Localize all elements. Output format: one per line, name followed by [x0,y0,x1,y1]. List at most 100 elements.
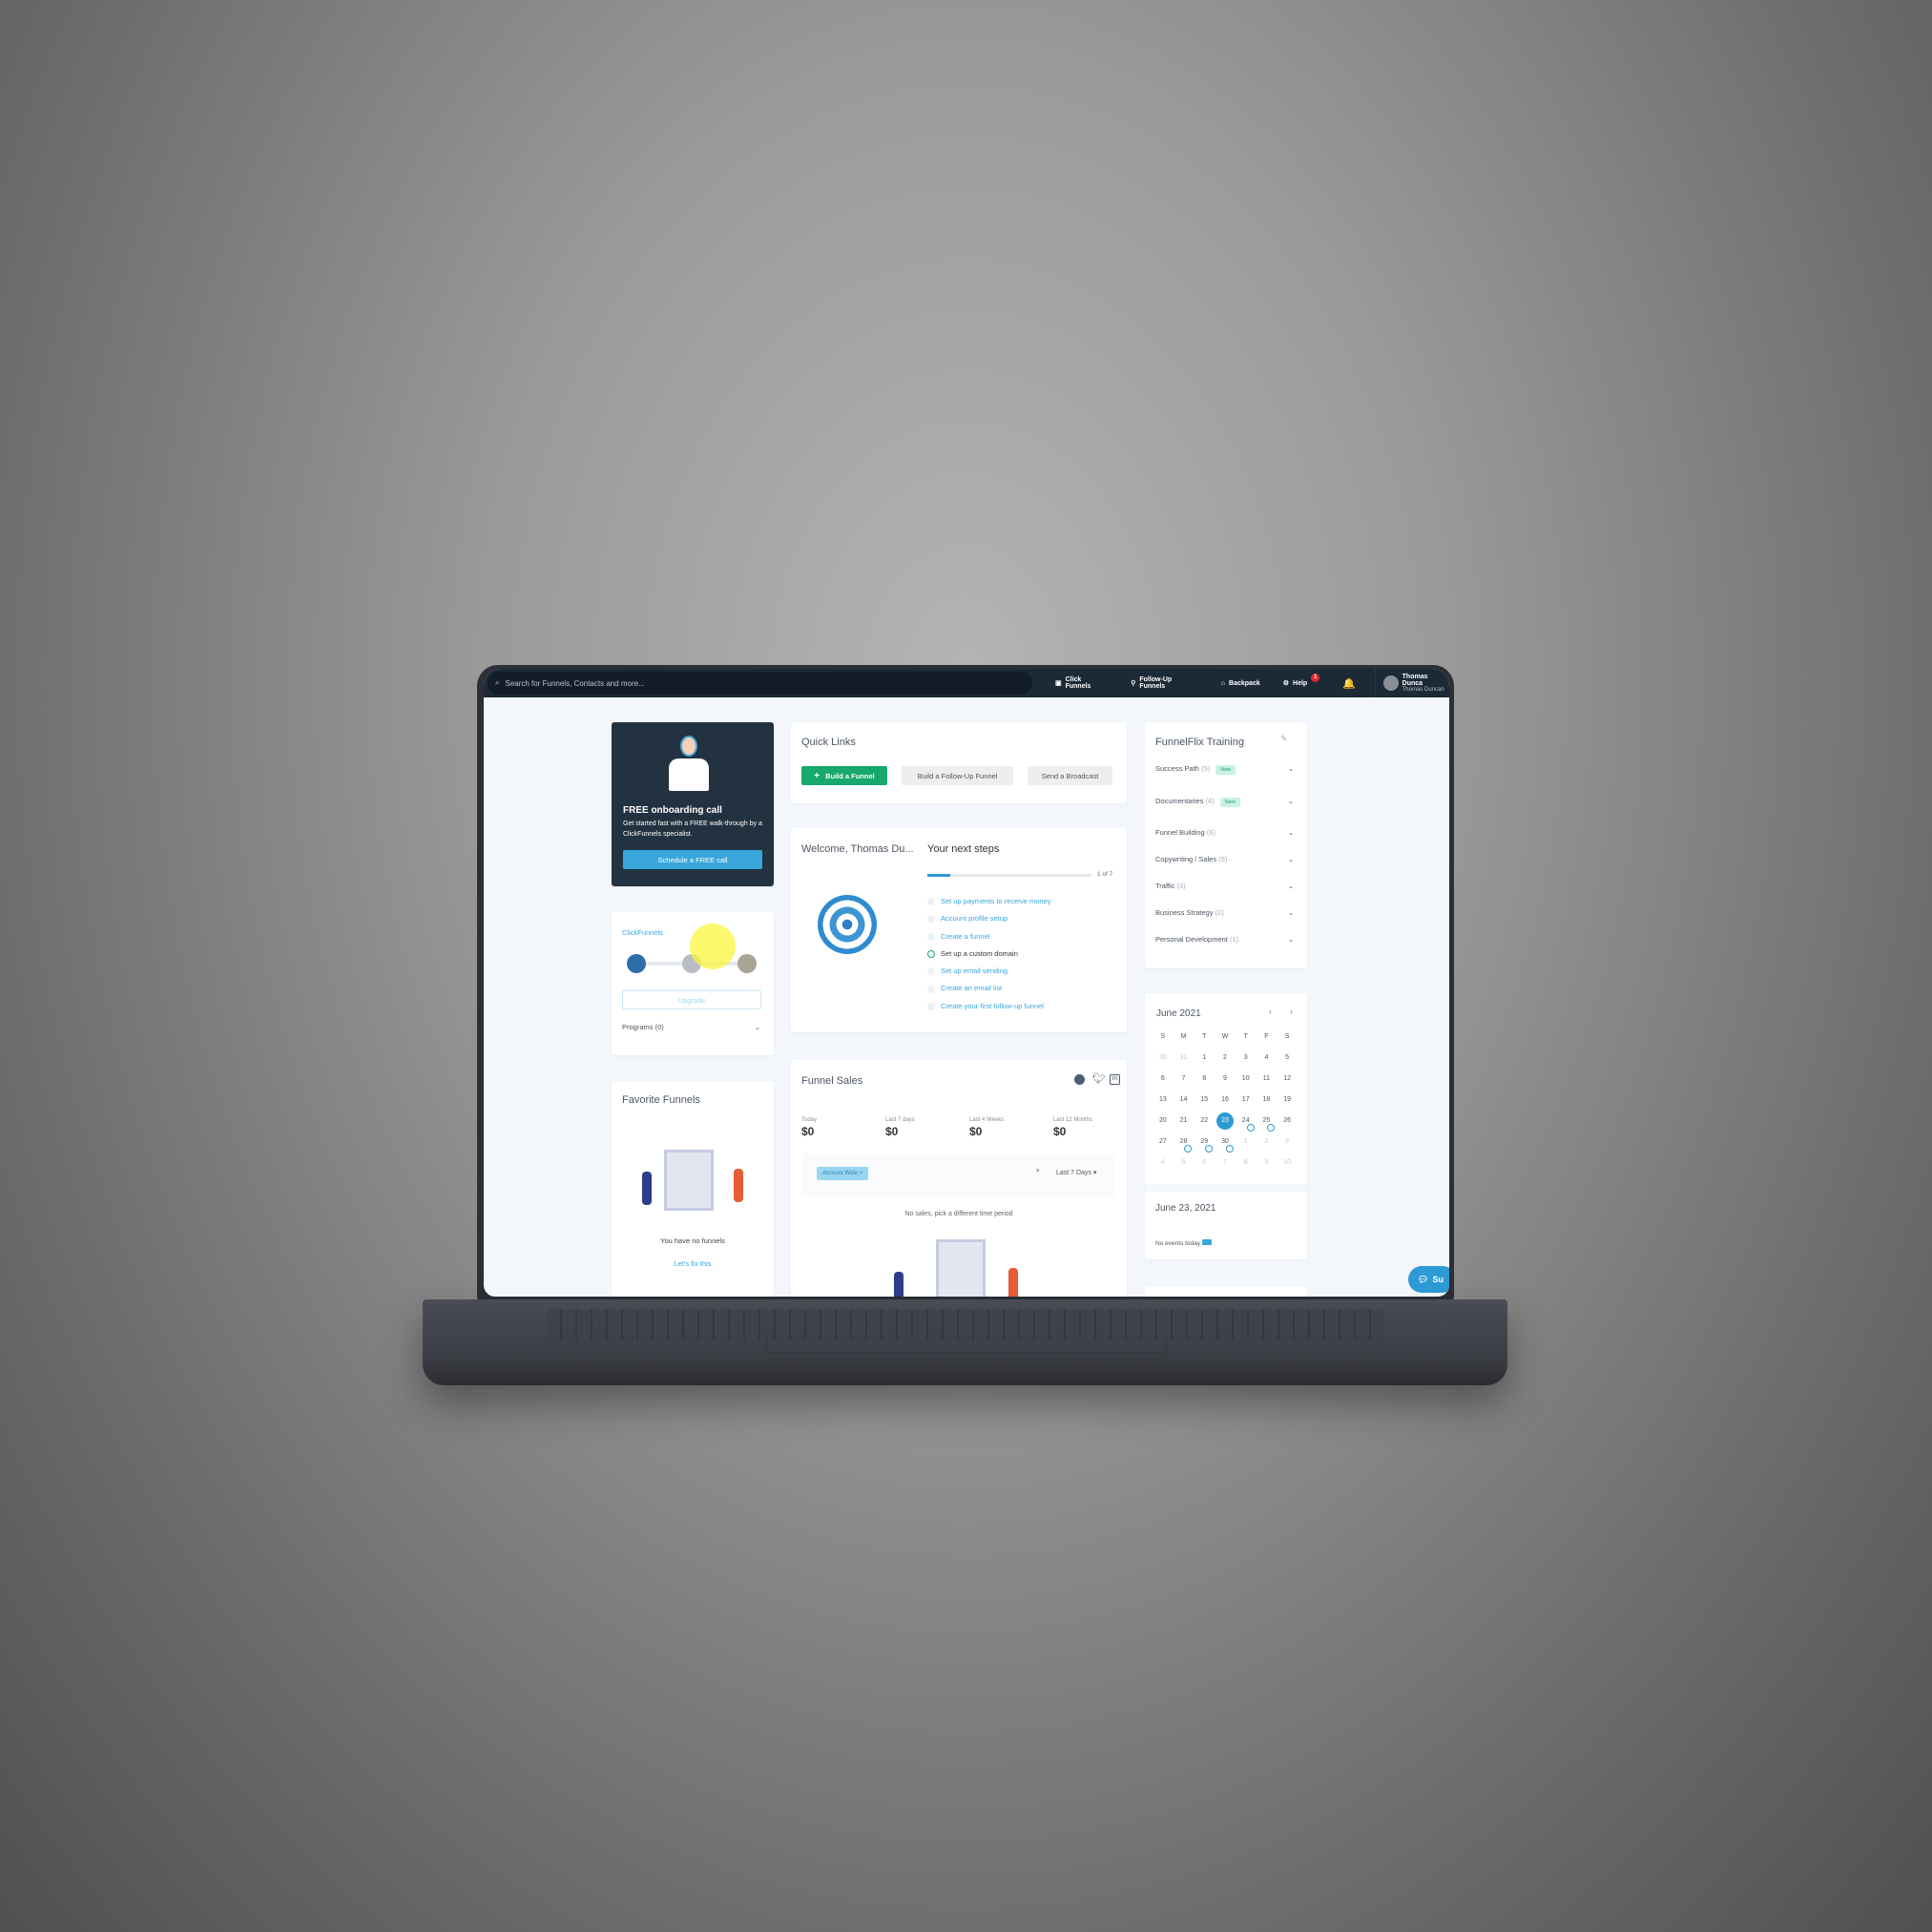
calendar-day[interactable]: 21 [1174,1113,1195,1134]
calendar-day[interactable]: 3 [1277,1134,1298,1155]
calendar-day[interactable]: 17 [1236,1092,1257,1113]
plan-step-1-icon [627,954,646,973]
stat-last-7-days: Last 7 days $0 [885,1117,915,1138]
training-category[interactable]: Documentaries (4) New ⌄ [1155,797,1294,807]
calendar-day[interactable]: 10 [1277,1155,1298,1176]
calendar-day[interactable]: 5 [1277,1050,1298,1071]
programs-dropdown[interactable]: Programs (0) ⌄ [622,1023,760,1031]
upgrade-button[interactable]: Upgrade [622,990,761,1009]
calendar-day[interactable]: 4 [1257,1050,1278,1071]
calendar-day[interactable]: 7 [1174,1071,1195,1092]
remove-tag-icon[interactable]: × [860,1171,863,1176]
next-step-item[interactable]: Set up email sending [927,966,1050,984]
next-step-item[interactable]: Set up a custom domain [927,949,1050,966]
calendar-day[interactable]: 8 [1236,1155,1257,1176]
training-category[interactable]: Business Strategy (2) ⌄ [1155,908,1294,917]
calendar-day[interactable]: 15 [1194,1092,1215,1113]
training-category[interactable]: Copywriting / Sales (9) ⌄ [1155,855,1294,863]
nav-help[interactable]: ⚙ Help 1 [1282,673,1320,688]
calendar-day[interactable]: 24 [1236,1113,1257,1134]
build-funnel-button[interactable]: + Build a Funnel [801,766,887,785]
user-menu[interactable]: Thomas Dunca Thomas Duncan [1374,669,1449,697]
prev-month-button[interactable]: ‹ [1269,1007,1272,1016]
stat-today: Today $0 [801,1117,818,1138]
next-step-item[interactable]: Create a funnel [927,932,1050,949]
twitter-icon[interactable]: 🐦︎ [1092,1072,1106,1085]
calendar-day[interactable]: 3 [1236,1050,1257,1071]
edit-icon[interactable]: ✎ [1280,734,1288,744]
calendar-day[interactable]: 6 [1194,1155,1215,1176]
chevron-down-icon: ⌄ [1287,797,1294,805]
calendar-day[interactable]: 2 [1257,1134,1278,1155]
nav-backpack[interactable]: ⌂ Backpack [1221,680,1260,687]
calendar-day[interactable]: 30 [1153,1050,1174,1071]
next-month-button[interactable]: › [1290,1007,1293,1016]
calendar-day[interactable]: 2 [1215,1050,1236,1071]
weekday-label: S [1160,1033,1166,1040]
calendar-day[interactable]: 11 [1257,1071,1278,1092]
training-category[interactable]: Success Path (5) New ⌄ [1155,764,1294,775]
quick-links-title: Quick Links [801,737,856,748]
next-card [1145,1286,1307,1297]
account-wide-tag[interactable]: Account Wide × [817,1167,869,1180]
calendar-card: June 2021 ‹ › SMTWTFS 30 31 1 2 3 4 5 6 7 8 9 10 11 1… [1145,993,1307,1259]
nav-clickfunnels[interactable]: ▣ Click Funnels [1055,676,1108,690]
schedule-call-button[interactable]: Schedule a FREE call [623,850,762,869]
next-step-item[interactable]: Set up payments to receive money [927,897,1050,914]
calendar-day[interactable]: 10 [1236,1071,1257,1092]
calendar-day[interactable]: 1 [1236,1134,1257,1155]
favorites-title: Favorite Funnels [622,1094,700,1106]
calendar-day[interactable]: 13 [1153,1092,1174,1113]
next-step-item[interactable]: Create your first follow-up funnel [927,1002,1050,1019]
training-category[interactable]: Funnel Building (6) ⌄ [1155,828,1294,837]
calendar-day[interactable]: 5 [1174,1155,1195,1176]
calendar-day[interactable]: 27 [1153,1134,1174,1155]
calendar-day[interactable]: 16 [1215,1092,1236,1113]
calendar-day[interactable]: 20 [1153,1113,1174,1134]
calendar-day[interactable]: 31 [1174,1050,1195,1071]
calendar-day[interactable]: 1 [1194,1050,1215,1071]
calendar-day[interactable]: 22 [1194,1113,1215,1134]
favorite-funnels-card: Favorite Funnels You have no funnels Let… [612,1081,774,1297]
calendar-day[interactable]: 29 [1194,1134,1215,1155]
build-follow-up-funnel-button[interactable]: Build a Follow-Up Funnel [902,766,1013,785]
calendar-day[interactable]: 18 [1257,1092,1278,1113]
calendar-day[interactable]: 26 [1277,1113,1298,1134]
period-select[interactable]: Last 7 Days ▾ [1056,1169,1096,1176]
calendar-day[interactable]: 9 [1215,1071,1236,1092]
calendar-day[interactable]: 8 [1194,1071,1215,1092]
quick-links-card: Quick Links + Build a Funnel Build a Foll… [791,722,1127,803]
calendar-day[interactable]: 14 [1174,1092,1195,1113]
help-icon: ⚙ [1282,680,1290,687]
training-title: FunnelFlix Training [1155,737,1244,748]
calendar-day[interactable]: 25 [1257,1113,1278,1134]
lets-fix-this-link[interactable]: Let's fix this [612,1259,774,1268]
bell-icon[interactable]: 🔔 [1342,677,1356,690]
training-category[interactable]: Personal Development (1) ⌄ [1155,935,1294,944]
training-category[interactable]: Traffic (3) ⌄ [1155,882,1294,890]
calendar-day[interactable]: 4 [1153,1155,1174,1176]
linkedin-icon[interactable]: in [1110,1074,1120,1085]
empty-sales-illustration [936,1239,986,1297]
facebook-icon[interactable] [1074,1074,1085,1085]
calendar-day[interactable]: 6 [1153,1071,1174,1092]
calendar-day[interactable]: 9 [1257,1155,1278,1176]
empty-funnels-illustration [664,1150,714,1211]
funnel-select-chevron-icon[interactable]: ▾ [1036,1167,1040,1174]
search-input[interactable]: ⌕ Search for Funnels, Contacts and more..… [488,672,1032,695]
calendar-month: June 2021 [1156,1008,1201,1019]
calendar-day[interactable]: 23 [1215,1112,1236,1134]
next-step-item[interactable]: Create an email list [927,984,1050,1001]
next-step-item[interactable]: Account profile setup [927,914,1050,931]
support-chat-button[interactable]: 💬︎ Su [1408,1266,1449,1293]
calendar-day[interactable]: 30 [1215,1134,1236,1155]
calendar-day[interactable]: 28 [1174,1134,1195,1155]
target-illustration [818,895,877,954]
calendar-day[interactable]: 19 [1277,1092,1298,1113]
nav-follow-up-funnels[interactable]: ⚲ Follow-Up Funnels [1131,676,1198,690]
calendar-day[interactable]: 12 [1277,1071,1298,1092]
no-funnels-text: You have no funnels [660,1236,725,1245]
send-broadcast-button[interactable]: Send a Broadcast [1028,766,1112,785]
calendar-day[interactable]: 7 [1215,1155,1236,1176]
weekday-label: W [1221,1033,1229,1040]
